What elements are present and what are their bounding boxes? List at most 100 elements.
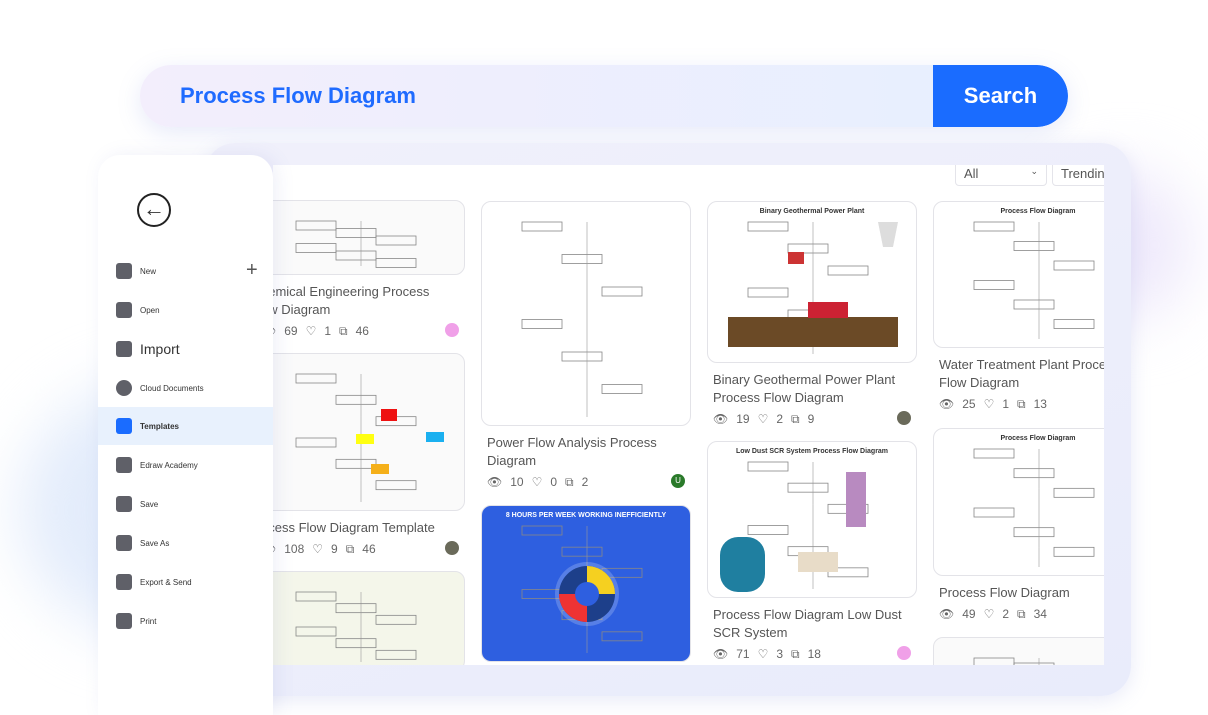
template-thumbnail[interactable] (481, 201, 691, 426)
template-stats: 👁 71 ♡ 3 ⧉ 18 (707, 646, 917, 662)
thumbnail-caption: Low Dust SCR System Process Flow Diagram (735, 448, 889, 455)
title-line: Power Flow Analysis Process (487, 435, 657, 450)
title-line: Diagram (487, 453, 537, 468)
template-card[interactable]: Process Flow Diagram Water Treatment Plan… (933, 201, 1104, 412)
thumbnail-caption: Binary Geothermal Power Plant (759, 208, 865, 215)
template-thumbnail[interactable] (273, 353, 465, 511)
diagram-preview (521, 525, 643, 653)
add-icon[interactable]: + (246, 259, 258, 282)
template-title[interactable]: Process Flow Diagram Low Dust SCR System (707, 606, 917, 642)
template-card[interactable]: 8 HOURS PER WEEK WORKING INEFFICIENTLY (481, 505, 691, 662)
copy-count: 46 (362, 542, 376, 556)
sidebar-item-label: Edraw Academy (140, 460, 198, 470)
plus-square-icon (116, 263, 132, 279)
template-title[interactable]: Binary Geothermal Power Plant Process Flo… (707, 371, 917, 407)
template-thumbnail[interactable]: Process Flow Diagram (933, 428, 1104, 576)
diagram-preview (973, 221, 1095, 339)
diagram-preview (720, 461, 869, 592)
sidebar-item-open[interactable]: Open (98, 291, 273, 329)
template-title[interactable]: hemical Engineering Process ow Diagram (273, 283, 465, 319)
like-count: 3 (776, 647, 784, 661)
category-select[interactable]: All ⌄ (955, 165, 1047, 186)
template-card[interactable] (933, 637, 1104, 665)
avatar[interactable] (445, 541, 459, 555)
template-card[interactable]: Binary Geothermal Power Plant Binary Geot… (707, 201, 917, 427)
diagram-preview (295, 220, 417, 268)
sidebar-item-save[interactable]: Save (98, 485, 273, 523)
search-input[interactable]: Process Flow Diagram (180, 83, 416, 109)
diagram-preview (521, 221, 643, 417)
sidebar-item-edraw-academy[interactable]: Edraw Academy (98, 446, 273, 484)
view-count: 71 (736, 647, 750, 661)
template-card[interactable] (273, 571, 465, 665)
thumbnail-caption: Process Flow Diagram (1000, 208, 1076, 215)
title-line: Binary Geothermal Power Plant (713, 372, 896, 387)
back-arrow-icon[interactable]: ← (137, 193, 171, 227)
templates-icon (116, 418, 132, 434)
avatar[interactable]: U (671, 474, 685, 488)
title-line: Process Flow Diagram (939, 585, 1070, 600)
avatar[interactable] (445, 323, 459, 337)
sort-select[interactable]: Trending (1052, 165, 1104, 186)
template-thumbnail[interactable]: 8 HOURS PER WEEK WORKING INEFFICIENTLY (481, 505, 691, 662)
sidebar-item-print[interactable]: Print (98, 602, 273, 640)
sidebar-item-cloud-documents[interactable]: Cloud Documents (98, 369, 273, 407)
heart-icon: ♡ (983, 607, 995, 621)
view-count: 49 (962, 607, 976, 621)
template-title[interactable]: ocess Flow Diagram Template (273, 519, 465, 537)
view-count: 19 (736, 412, 750, 426)
title-line: SCR System (713, 625, 788, 640)
template-title[interactable]: Process Flow Diagram (933, 584, 1104, 602)
template-card[interactable]: Process Flow Diagram Process Flow Diagram… (933, 428, 1104, 622)
template-card[interactable]: Power Flow Analysis Process Diagram 👁 10 ♡ 0 ⧉… (481, 201, 691, 490)
sidebar-item-export-send[interactable]: Export & Send (98, 563, 273, 601)
template-thumbnail[interactable]: Binary Geothermal Power Plant (707, 201, 917, 363)
heart-icon: ♡ (531, 475, 543, 489)
eye-icon: 👁 (939, 607, 955, 621)
sidebar-item-label: Save (140, 499, 159, 509)
copy-icon: ⧉ (1017, 396, 1026, 411)
sidebar-item-templates[interactable]: Templates (98, 407, 273, 445)
export-icon (116, 574, 132, 590)
title-line: Process Flow Diagram Low Dust (713, 607, 902, 622)
template-title[interactable]: Water Treatment Plant Proce Flow Diagram (933, 356, 1104, 392)
search-button[interactable]: Search (933, 65, 1068, 127)
like-count: 2 (1002, 607, 1010, 621)
avatar[interactable] (897, 646, 911, 660)
title-line: hemical Engineering Process (273, 284, 430, 299)
eye-icon: 👁 (939, 397, 955, 411)
search-bar: Process Flow Diagram Search (140, 65, 1068, 127)
template-thumbnail[interactable]: Low Dust SCR System Process Flow Diagram (707, 441, 917, 598)
sidebar-item-label: Save As (140, 538, 170, 548)
diagram-preview (973, 448, 1095, 567)
eye-icon: 👁 (487, 475, 503, 489)
template-card[interactable]: hemical Engineering Process ow Diagram 👁 69… (273, 200, 465, 339)
heart-icon: ♡ (305, 324, 317, 338)
template-thumbnail[interactable] (273, 200, 465, 275)
thumbnail-caption: 8 HOURS PER WEEK WORKING INEFFICIENTLY (505, 512, 667, 519)
folder-icon (116, 302, 132, 318)
template-gallery: All ⌄ Trending hemical Engineering Proces… (273, 165, 1104, 665)
diagram-preview (295, 373, 444, 502)
title-line: Flow Diagram (939, 375, 1020, 390)
copy-count: 34 (1033, 607, 1047, 621)
sidebar-item-import[interactable]: Import (98, 330, 273, 368)
template-thumbnail[interactable] (933, 637, 1104, 665)
template-card[interactable]: ocess Flow Diagram Template 👁 108 ♡ 9 ⧉ 46 (273, 353, 465, 557)
like-count: 0 (550, 475, 558, 489)
heart-icon: ♡ (757, 647, 769, 661)
copy-count: 18 (807, 647, 821, 661)
template-thumbnail[interactable]: Process Flow Diagram (933, 201, 1104, 348)
template-stats: 👁 69 ♡ 1 ⧉ 46 (273, 323, 465, 339)
template-title[interactable]: Power Flow Analysis Process Diagram (481, 434, 691, 470)
eye-icon: 👁 (273, 324, 276, 338)
title-line: ocess Flow Diagram Template (273, 520, 435, 535)
avatar[interactable] (897, 411, 911, 425)
copy-icon: ⧉ (565, 474, 574, 489)
like-count: 1 (324, 324, 332, 338)
like-count: 9 (331, 542, 338, 556)
sidebar-item-save-as[interactable]: Save As (98, 524, 273, 562)
template-thumbnail[interactable] (273, 571, 465, 665)
template-card[interactable]: Low Dust SCR System Process Flow Diagram… (707, 441, 917, 662)
copy-count: 46 (355, 324, 369, 338)
